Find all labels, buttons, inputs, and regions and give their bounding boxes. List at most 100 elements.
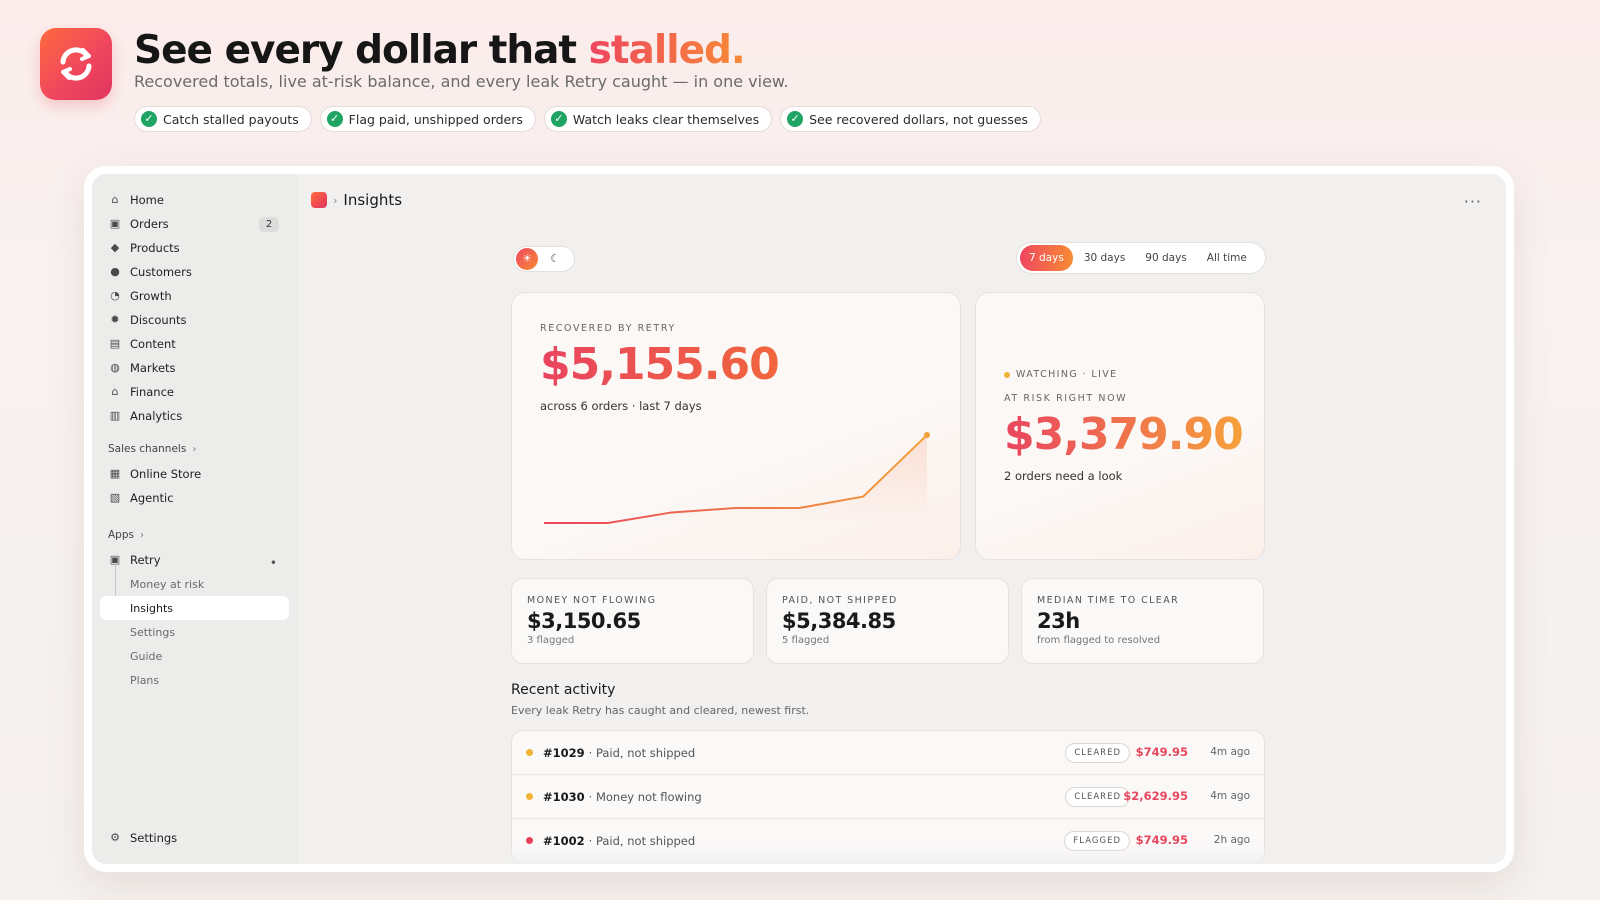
- sidebar-item-retry[interactable]: ▣ Retry •: [100, 548, 289, 572]
- order-id[interactable]: #1029: [543, 746, 585, 760]
- check-icon: ✓: [550, 111, 567, 127]
- chevron-right-icon: ›: [139, 529, 144, 541]
- main-content: › Insights ··· ☀ ☾ 7 days 30 days 90 day…: [297, 174, 1506, 864]
- sidebar-item-finance[interactable]: ⌂ Finance: [100, 380, 289, 404]
- activity-amount: $749.95: [1135, 833, 1188, 847]
- bank-icon: ⌂: [111, 385, 119, 398]
- stat-note: 5 flagged: [782, 635, 830, 646]
- discount-icon: ✹: [110, 313, 120, 326]
- apps-heading[interactable]: Apps ›: [108, 528, 281, 542]
- feature-chip: ✓ Flag paid, unshipped orders: [319, 106, 536, 132]
- chart-point: [924, 432, 930, 438]
- activity-time: 4m ago: [1210, 746, 1250, 758]
- activity-amount: $2,629.95: [1123, 789, 1188, 803]
- live-indicator: WATCHING · LIVE: [1004, 369, 1118, 380]
- stat-median-time-to-clear[interactable]: MEDIAN TIME TO CLEAR 23h from flagged to…: [1021, 578, 1264, 664]
- theme-toggle[interactable]: ☀ ☾: [513, 246, 575, 272]
- check-icon: ✓: [141, 111, 157, 127]
- chevron-right-icon: ›: [192, 443, 197, 455]
- period-7-days[interactable]: 7 days: [1020, 245, 1073, 271]
- activity-title: Recent activity: [511, 682, 616, 698]
- sidebar-item-content[interactable]: ▤ Content: [100, 332, 289, 356]
- at-risk-card: WATCHING · LIVE AT RISK RIGHT NOW $3,379…: [975, 292, 1265, 560]
- sidebar-item-growth[interactable]: ◔ Growth: [100, 284, 289, 308]
- pin-dot-icon[interactable]: •: [270, 556, 277, 570]
- sidebar-item-plans[interactable]: Plans: [130, 668, 297, 692]
- stat-label: MEDIAN TIME TO CLEAR: [1037, 595, 1180, 606]
- stat-value: 23h: [1037, 609, 1080, 633]
- retry-logo-icon: [40, 28, 112, 100]
- sidebar-item-markets[interactable]: ◍ Markets: [100, 356, 289, 380]
- hero-title: See every dollar that stalled.: [134, 28, 746, 73]
- at-risk-amount: $3,379.90: [1004, 409, 1244, 460]
- at-risk-caption: 2 orders need a look: [1004, 469, 1123, 483]
- live-dot-icon: [1004, 371, 1010, 378]
- period-90-days[interactable]: 90 days: [1136, 245, 1195, 271]
- breadcrumb-separator: ›: [333, 193, 338, 207]
- sales-channels-heading[interactable]: Sales channels ›: [108, 442, 281, 456]
- sidebar-item-retry-settings[interactable]: Settings: [130, 620, 297, 644]
- activity-subtitle: Every leak Retry has caught and cleared,…: [511, 704, 810, 717]
- check-icon: ✓: [326, 111, 343, 127]
- sidebar-item-products[interactable]: ◆ Products: [100, 236, 289, 260]
- sidebar-item-online-store[interactable]: ▦ Online Store: [100, 462, 289, 486]
- activity-reason: · Money not flowing: [588, 789, 702, 804]
- bar-chart-icon: ▥: [109, 409, 121, 422]
- activity-row[interactable]: #1030 · Money not flowing CLEARED $2,629…: [512, 775, 1264, 819]
- hero-title-accent: stalled.: [588, 28, 746, 73]
- sidebar-item-analytics[interactable]: ▥ Analytics: [100, 404, 289, 428]
- stat-note: from flagged to resolved: [1037, 635, 1161, 646]
- period-all-time[interactable]: All time: [1198, 245, 1256, 271]
- stat-value: $5,384.85: [782, 609, 896, 633]
- status-badge: CLEARED: [1065, 787, 1130, 807]
- sidebar-item-agentic[interactable]: ▧ Agentic: [100, 486, 289, 510]
- status-dot-icon: [526, 837, 533, 844]
- globe-icon: ◍: [110, 361, 120, 374]
- feature-chip: ✓ Watch leaks clear themselves: [543, 106, 773, 132]
- home-icon: ⌂: [111, 193, 119, 206]
- sidebar-item-guide[interactable]: Guide: [130, 644, 297, 668]
- sidebar-item-orders[interactable]: ▣ Orders 2: [100, 212, 289, 236]
- agent-icon: ▧: [109, 491, 121, 504]
- gear-icon: ⚙: [110, 831, 120, 844]
- order-id[interactable]: #1030: [543, 790, 585, 804]
- sidebar-item-home[interactable]: ⌂ Home: [100, 188, 289, 212]
- sidebar-item-settings[interactable]: ⚙ Settings: [100, 826, 289, 850]
- page-title: Insights: [343, 191, 403, 209]
- bottom-fade: [297, 846, 1506, 864]
- sun-icon[interactable]: ☀: [516, 248, 538, 270]
- retry-app-icon[interactable]: [311, 192, 327, 208]
- stat-value: $3,150.65: [527, 609, 641, 633]
- sidebar-item-insights[interactable]: Insights: [100, 596, 289, 620]
- recovered-card: RECOVERED BY RETRY $5,155.60 across 6 or…: [511, 292, 961, 560]
- moon-icon[interactable]: ☾: [544, 248, 566, 270]
- check-icon: ✓: [787, 111, 804, 127]
- feature-chip: ✓ See recovered dollars, not guesses: [780, 106, 1042, 132]
- stat-paid-not-shipped[interactable]: PAID, NOT SHIPPED $5,384.85 5 flagged: [766, 578, 1009, 664]
- at-risk-eyebrow: AT RISK RIGHT NOW: [1004, 393, 1128, 404]
- activity-list: #1029 · Paid, not shipped CLEARED $749.9…: [511, 730, 1265, 864]
- sidebar-item-customers[interactable]: ● Customers: [100, 260, 289, 284]
- activity-reason: · Paid, not shipped: [588, 745, 696, 760]
- hero: See every dollar that stalled. Recovered…: [40, 28, 1580, 138]
- period-selector: 7 days 30 days 90 days All time: [1016, 242, 1266, 274]
- sidebar-item-discounts[interactable]: ✹ Discounts: [100, 308, 289, 332]
- sidebar-item-money-at-risk[interactable]: Money at risk: [130, 572, 297, 596]
- feature-chips: ✓ Catch stalled payouts ✓ Flag paid, unshi…: [134, 106, 1042, 132]
- stat-money-not-flowing[interactable]: MONEY NOT FLOWING $3,150.65 3 flagged: [511, 578, 754, 664]
- status-dot-icon: [526, 749, 533, 756]
- tag-icon: ◆: [110, 241, 120, 254]
- more-options-icon[interactable]: ···: [1464, 192, 1482, 211]
- status-badge: CLEARED: [1065, 743, 1130, 763]
- activity-time: 2h ago: [1213, 834, 1250, 846]
- breadcrumb: › Insights: [311, 188, 402, 212]
- chart-area: [544, 435, 927, 523]
- hero-subtitle: Recovered totals, live at-risk balance, …: [134, 72, 789, 91]
- activity-row[interactable]: #1029 · Paid, not shipped CLEARED $749.9…: [512, 731, 1264, 775]
- period-30-days[interactable]: 30 days: [1075, 245, 1134, 271]
- person-icon: ●: [110, 265, 120, 278]
- stat-note: 3 flagged: [527, 635, 575, 646]
- orders-count-badge: 2: [259, 217, 279, 232]
- recovered-line-chart: [544, 432, 930, 524]
- activity-time: 4m ago: [1210, 790, 1250, 802]
